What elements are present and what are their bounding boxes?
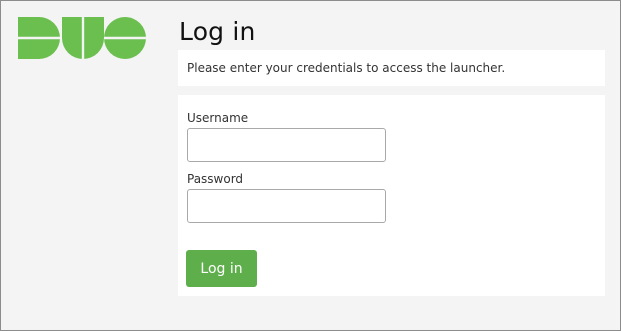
password-label: Password [187, 172, 244, 186]
duo-logo [18, 17, 146, 59]
login-form: Username Password Log in [178, 95, 605, 296]
username-label: Username [187, 111, 249, 125]
username-input[interactable] [187, 128, 386, 162]
password-input[interactable] [187, 189, 386, 223]
page-title: Log in [179, 17, 256, 46]
instructions-text: Please enter your credentials to access … [187, 61, 506, 75]
login-window: Log in Please enter your credentials to … [0, 0, 621, 331]
login-button[interactable]: Log in [186, 250, 257, 287]
message-panel: Please enter your credentials to access … [178, 50, 605, 86]
